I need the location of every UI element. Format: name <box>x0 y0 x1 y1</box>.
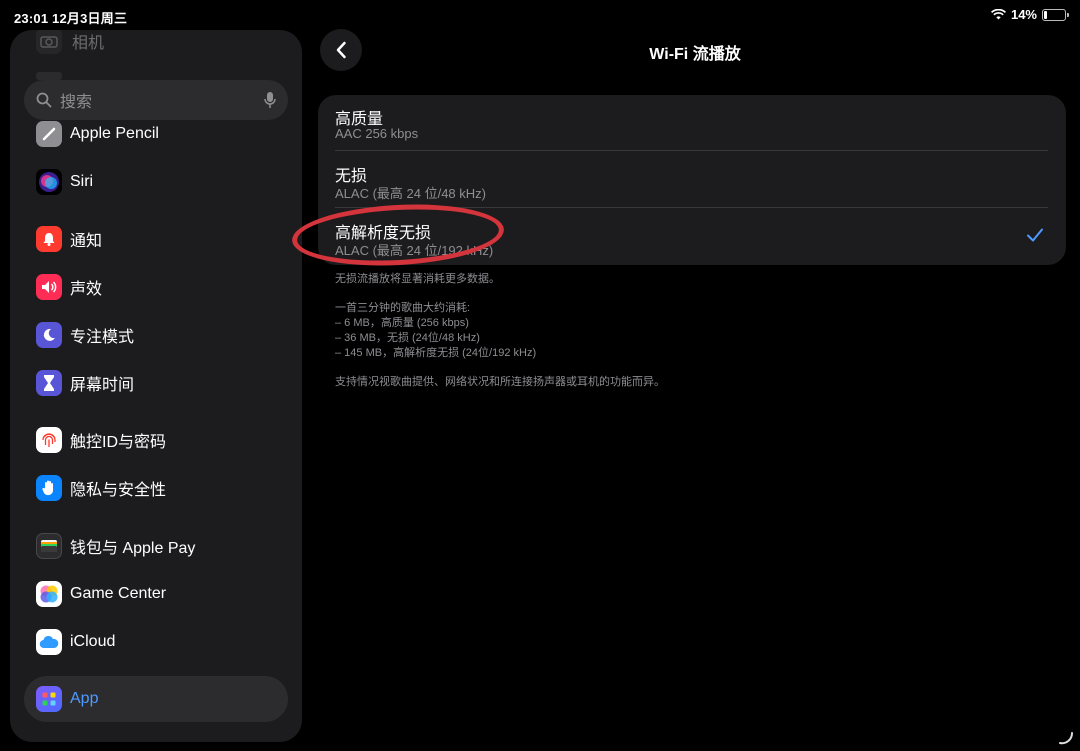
loading-indicator-icon <box>1059 732 1074 745</box>
speaker-icon <box>36 274 62 300</box>
moon-icon <box>36 322 62 348</box>
sidebar-item-label: iCloud <box>70 633 116 650</box>
footer-line: – 36 MB，无损 (24位/48 kHz) <box>335 332 480 344</box>
sidebar-item-app[interactable]: App <box>36 684 98 714</box>
page-title: Wi-Fi 流播放 <box>649 46 741 63</box>
footer-line: – 145 MB，高解析度无损 (24位/192 kHz) <box>335 347 537 359</box>
sidebar-item-label: 隐私与安全性 <box>70 482 167 499</box>
sidebar-item-label: 触控ID与密码 <box>70 434 167 451</box>
wifi-icon <box>990 9 1006 20</box>
search-icon <box>36 92 52 108</box>
settings-sidebar: 相机 搜索 Apple Pencil Siri 通知 声效 专注模式 屏幕时间 … <box>10 30 302 742</box>
footer-note: 无损流播放将显著消耗更多数据。 一首三分钟的歌曲大约消耗: – 6 MB，高质量… <box>335 272 665 390</box>
wallet-icon <box>36 533 62 559</box>
pencil-icon <box>36 121 62 147</box>
sidebar-item-sounds[interactable]: 声效 <box>36 272 102 302</box>
option-lossless[interactable]: 无损 ALAC (最高 24 位/48 kHz) <box>335 152 1048 208</box>
footer-line: – 6 MB，高质量 (256 kbps) <box>335 317 469 329</box>
sidebar-item-camera[interactable]: 相机 <box>36 30 104 54</box>
chevron-left-icon <box>336 41 346 59</box>
sidebar-item-touch-id[interactable]: 触控ID与密码 <box>36 425 166 455</box>
sidebar-item-screen-time[interactable]: 屏幕时间 <box>36 368 134 398</box>
sidebar-item-label: 相机 <box>72 35 105 52</box>
sidebar-item-label: 声效 <box>70 281 103 298</box>
sidebar-item-label: Game Center <box>70 585 167 602</box>
sidebar-item-focus[interactable]: 专注模式 <box>36 320 134 350</box>
option-high-quality[interactable]: 高质量 AAC 256 kbps <box>335 95 1048 151</box>
hourglass-icon <box>36 370 62 396</box>
sidebar-item-notifications[interactable]: 通知 <box>36 224 102 254</box>
hand-icon <box>36 475 62 501</box>
app-grid-icon <box>36 686 62 712</box>
sidebar-item-label: App <box>70 690 99 707</box>
search-field[interactable]: 搜索 <box>24 80 288 120</box>
divider <box>335 150 1048 151</box>
search-input[interactable]: 搜索 <box>60 88 264 112</box>
status-time-date: 23:01 12月3日周三 <box>14 11 128 26</box>
footer-line: 一首三分钟的歌曲大约消耗: <box>335 302 471 314</box>
sidebar-item-game-center[interactable]: Game Center <box>36 579 166 609</box>
sidebar-item-label: 屏幕时间 <box>70 377 135 394</box>
bell-icon <box>36 226 62 252</box>
battery-fill <box>1044 10 1047 19</box>
sidebar-item-label: 专注模式 <box>70 329 135 346</box>
sidebar-item-partial <box>36 72 62 80</box>
sidebar-item-apple-pencil[interactable]: Apple Pencil <box>36 119 159 149</box>
sidebar-item-label: Siri <box>70 173 94 190</box>
checkmark-icon <box>1027 228 1043 242</box>
siri-icon <box>36 169 62 195</box>
status-bar: 23:01 12月3日周三 14% <box>0 0 1080 30</box>
sidebar-item-label: 钱包与 Apple Pay <box>70 540 196 557</box>
back-button[interactable] <box>320 29 362 71</box>
battery-icon <box>1042 8 1069 21</box>
sidebar-item-wallet[interactable]: 钱包与 Apple Pay <box>36 531 195 561</box>
camera-icon <box>36 30 62 54</box>
battery-percent: 14% <box>1010 7 1037 22</box>
sidebar-item-label: 通知 <box>70 233 103 250</box>
sidebar-item-privacy[interactable]: 隐私与安全性 <box>36 473 166 503</box>
fingerprint-icon <box>36 427 62 453</box>
sidebar-item-label: Apple Pencil <box>70 125 159 142</box>
option-subtitle: ALAC (最高 24 位/48 kHz) <box>335 186 486 201</box>
option-subtitle: AAC 256 kbps <box>335 126 419 141</box>
sidebar-item-icloud[interactable]: iCloud <box>36 627 115 657</box>
cloud-icon <box>36 629 62 655</box>
status-indicators: 14% <box>990 7 1069 22</box>
footer-line: 无损流播放将显著消耗更多数据。 <box>335 273 500 285</box>
sidebar-item-siri[interactable]: Siri <box>36 167 93 197</box>
microphone-icon[interactable] <box>264 91 276 109</box>
game-center-icon <box>36 581 62 607</box>
footer-line: 支持情况视歌曲提供、网络状况和所连接扬声器或耳机的功能而异。 <box>335 376 665 388</box>
